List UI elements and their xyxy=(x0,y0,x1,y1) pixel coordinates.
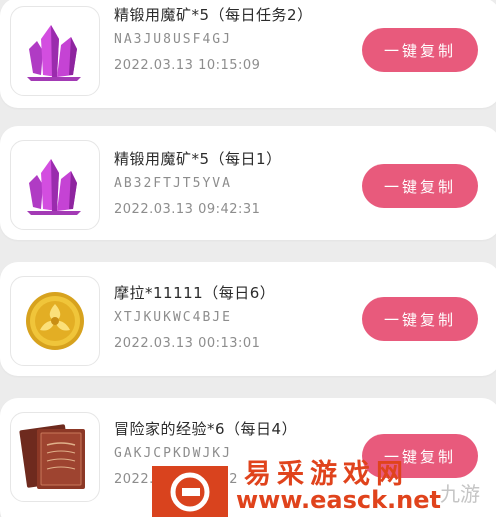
item-thumbnail xyxy=(10,140,100,230)
watermark-faint-text: 九游 xyxy=(440,482,480,506)
copy-button[interactable]: 一键复制 xyxy=(362,297,478,341)
item-thumbnail xyxy=(10,6,100,96)
item-timestamp: 2022.03.13 10:15:09 xyxy=(114,58,261,73)
purple-crystal-icon xyxy=(27,159,81,215)
watermark-url: www.easck.net xyxy=(236,486,441,514)
copy-button[interactable]: 一键复制 xyxy=(362,28,478,72)
code-list-page: 精锻用魔矿*5（每日任务2） NA3JU8USF4GJ 2022.03.13 1… xyxy=(0,0,496,517)
redeem-code: AB32FTJT5YVA xyxy=(114,176,232,191)
experience-book-icon xyxy=(19,424,85,489)
list-item: 精锻用魔矿*5（每日任务2） NA3JU8USF4GJ 2022.03.13 1… xyxy=(0,0,496,108)
redeem-code: NA3JU8USF4GJ xyxy=(114,32,232,47)
item-title: 冒险家的经验*6（每日4） xyxy=(114,420,298,438)
item-thumbnail xyxy=(10,276,100,366)
item-timestamp: 2022.03.13 09:42:31 xyxy=(114,202,261,217)
item-title: 摩拉*11111（每日6） xyxy=(114,284,276,302)
item-thumbnail xyxy=(10,412,100,502)
purple-crystal-icon xyxy=(27,25,81,81)
list-item: 摩拉*11111（每日6） XTJKUKWC4BJE 2022.03.13 00… xyxy=(0,262,496,376)
item-title: 精锻用魔矿*5（每日任务2） xyxy=(114,6,313,24)
redeem-code: XTJKUKWC4BJE xyxy=(114,310,232,325)
copy-button[interactable]: 一键复制 xyxy=(362,164,478,208)
item-timestamp: 2022.03.13 00:13:01 xyxy=(114,336,261,351)
redeem-code: GAKJCPKDWJKJ xyxy=(114,446,232,461)
mora-coin-icon xyxy=(26,292,84,350)
watermark-logo xyxy=(152,466,228,517)
list-item: 精锻用魔矿*5（每日1） AB32FTJT5YVA 2022.03.13 09:… xyxy=(0,126,496,240)
item-title: 精锻用魔矿*5（每日1） xyxy=(114,150,282,168)
